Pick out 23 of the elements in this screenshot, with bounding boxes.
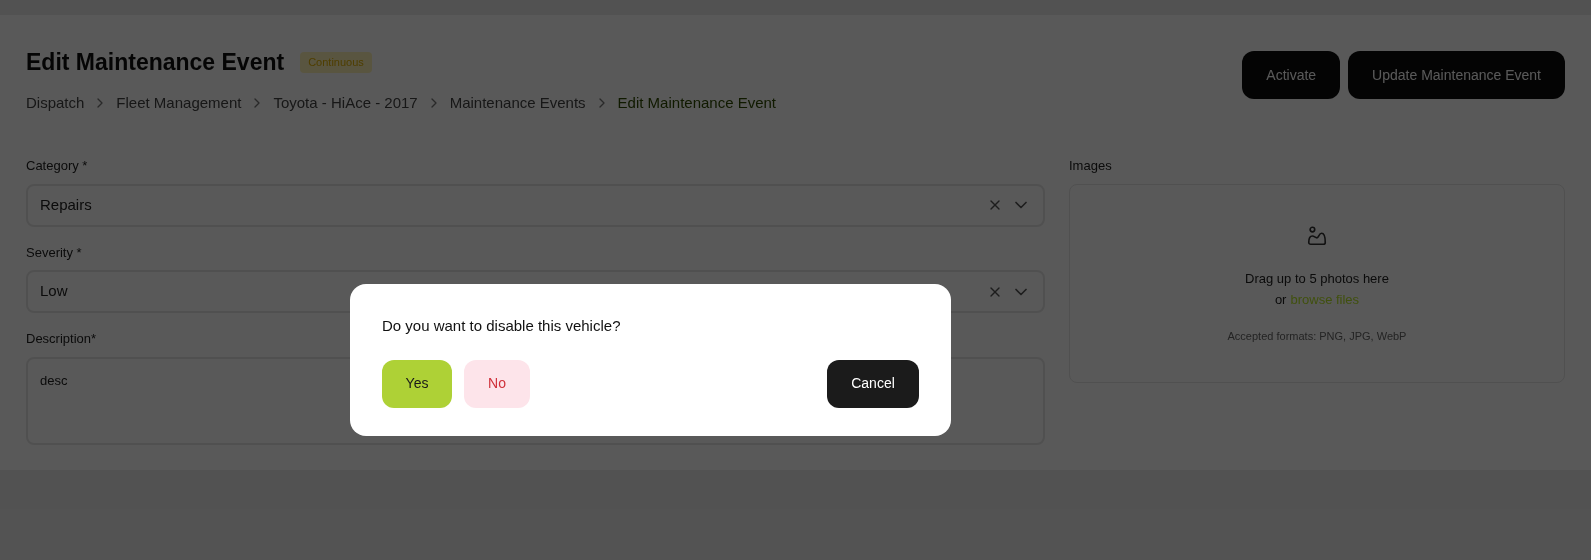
no-button[interactable]: No (464, 359, 530, 408)
or-text: or (1274, 291, 1287, 309)
select-value: Low (40, 281, 69, 302)
cancel-button[interactable]: Cancel (827, 359, 919, 408)
image-icon (1306, 224, 1328, 247)
breadcrumb-link[interactable]: Edit Maintenance Event (617, 91, 777, 114)
field-label: Description* (26, 330, 97, 348)
page-title: Edit Maintenance Event (26, 48, 285, 77)
breadcrumb-link[interactable]: Toyota - HiAce - 2017 (273, 91, 418, 114)
update-button[interactable]: Update Maintenance Event (1348, 51, 1565, 99)
yes-button[interactable]: Yes (382, 359, 452, 408)
select-value: Repairs (40, 194, 93, 215)
field-label: Severity * (26, 243, 82, 262)
dialog-message: Do you want to disable this vehicle? (382, 316, 622, 336)
activate-button[interactable]: Activate (1242, 51, 1341, 99)
field-label: Images (1069, 157, 1113, 175)
breadcrumb-link[interactable]: Maintenance Events (449, 91, 586, 114)
breadcrumb-link[interactable]: Fleet Management (116, 91, 242, 114)
dropzone-prompt: Drag up to 5 photos here (1245, 269, 1389, 288)
select-field[interactable]: Repairs (26, 183, 1045, 227)
breadcrumb-link[interactable]: Dispatch (26, 91, 85, 114)
field-label: Category * (26, 157, 88, 175)
status-badge: Continuous (300, 52, 372, 73)
